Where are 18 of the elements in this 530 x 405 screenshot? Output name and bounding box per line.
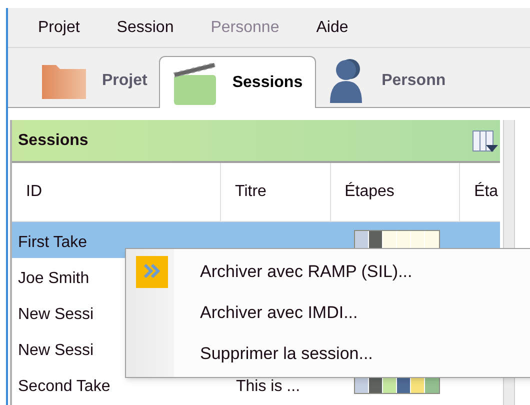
- menu-item[interactable]: Session: [116, 16, 174, 40]
- column-header[interactable]: Étapes: [330, 163, 460, 221]
- tab[interactable]: Sessions: [159, 56, 316, 108]
- tab[interactable]: Personn: [316, 55, 458, 107]
- menu-item[interactable]: Aide: [316, 16, 348, 40]
- column-header[interactable]: ID: [12, 163, 222, 221]
- tab[interactable]: Projet: [28, 55, 160, 107]
- column-chooser-icon[interactable]: [472, 128, 498, 154]
- table-cell: Second Take: [18, 378, 110, 395]
- menu-item[interactable]: Supprimer la session...: [126, 334, 530, 374]
- panel-title: Sessions: [18, 130, 88, 150]
- table-cell: This is ...: [236, 378, 300, 395]
- column-header[interactable]: Titre: [221, 163, 331, 221]
- double-chevron-icon: [136, 256, 168, 288]
- column-header[interactable]: Éta: [460, 163, 500, 221]
- table-cell: First Take: [18, 234, 88, 251]
- menu-item[interactable]: Archiver avec IMDI...: [126, 292, 530, 334]
- menu-item[interactable]: Projet: [38, 16, 80, 40]
